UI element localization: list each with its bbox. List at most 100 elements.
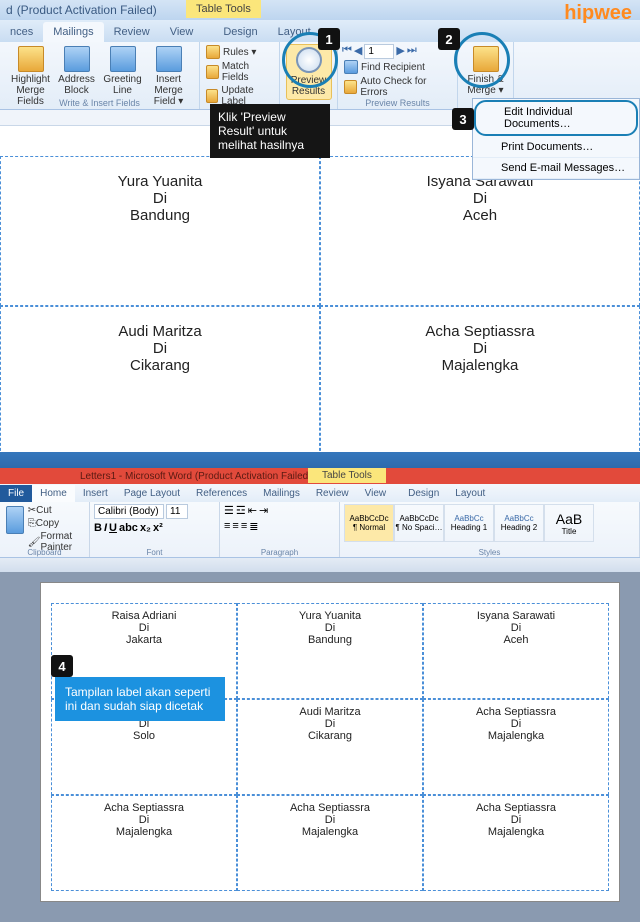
label-grid: Yura Yuanita Di Bandung Isyana Sarawati … [0, 156, 640, 456]
bold-button[interactable]: B [94, 522, 102, 534]
edit-individual-docs-item[interactable]: Edit Individual Documents… [474, 100, 638, 136]
tab-home[interactable]: Home [32, 485, 75, 502]
tab-mailings-2[interactable]: Mailings [255, 485, 308, 502]
label-city: Majalengka [442, 357, 519, 374]
tab-file[interactable]: File [0, 485, 32, 502]
label-cell: Acha SeptiassraDiMajalengka [423, 699, 609, 795]
contextual-tab-tabletools-2: Table Tools [308, 468, 386, 483]
auto-check-button[interactable]: Auto Check for Errors [342, 75, 453, 99]
group-label-preview: Preview Results [338, 98, 457, 108]
rules-button[interactable]: Rules ▾ [204, 44, 258, 60]
badge-2: 2 [438, 28, 460, 50]
label-name: Acha Septiassra [425, 323, 534, 340]
title-suffix: (Product Activation Failed) [17, 3, 157, 17]
label-cell: Yura YuanitaDiBandung [237, 603, 423, 699]
copy-button[interactable]: ⎘ Copy [26, 517, 85, 530]
label-name: Audi Maritza [118, 323, 201, 340]
label-cell: Isyana SarawatiDiAceh [423, 603, 609, 699]
first-rec-icon[interactable]: ⏮ [342, 44, 352, 59]
label-city: Cikarang [130, 357, 190, 374]
tab-pagelayout[interactable]: Page Layout [116, 485, 188, 502]
send-email-item[interactable]: Send E-mail Messages… [473, 158, 639, 179]
group-styles: Styles [340, 548, 639, 557]
label-line2: Di [153, 190, 167, 207]
tab-review[interactable]: Review [104, 22, 160, 42]
label-cell: Yura Yuanita Di Bandung [0, 156, 320, 306]
magnify-icon [296, 47, 322, 73]
label-line2: Di [473, 340, 487, 357]
preview-results-button[interactable]: Preview Results [286, 44, 332, 100]
bullets-button[interactable]: ☰ [224, 504, 234, 517]
indent-dec-button[interactable]: ⇤ [248, 504, 257, 517]
page: Raisa AdrianiDiJakarta Yura YuanitaDiBan… [40, 582, 620, 902]
style-heading2[interactable]: AaBbCcHeading 2 [494, 504, 544, 542]
title-bar: d(Product Activation Failed) [0, 0, 640, 20]
annotation-tooltip: Klik 'Preview Result' untuk melihat hasi… [210, 104, 330, 158]
group-clipboard: Clipboard [0, 548, 89, 557]
label-line2: Di [153, 340, 167, 357]
label-city: Aceh [463, 207, 497, 224]
cut-button[interactable]: ✂ Cut [26, 504, 85, 517]
print-docs-item[interactable]: Print Documents… [473, 137, 639, 158]
tab-layout-2[interactable]: Layout [447, 485, 493, 502]
tab-references[interactable]: References [188, 485, 255, 502]
label-cell: Audi Maritza Di Cikarang [0, 306, 320, 456]
tab-design-2[interactable]: Design [400, 485, 447, 502]
italic-button[interactable]: I [104, 522, 107, 534]
next-rec-icon[interactable]: ▶ [396, 44, 404, 59]
tab-references-partial[interactable]: nces [0, 22, 43, 42]
match-fields-button[interactable]: Match Fields [204, 60, 275, 84]
document-area-2: Raisa AdrianiDiJakarta Yura YuanitaDiBan… [0, 572, 640, 922]
prev-rec-icon[interactable]: ◀ [354, 44, 362, 59]
copy-icon: ⎘ [28, 518, 36, 529]
find-recipient-button[interactable]: Find Recipient [342, 59, 427, 75]
label-cell: Acha Septiassra Di Majalengka [320, 306, 640, 456]
tab-review-2[interactable]: Review [308, 485, 357, 502]
label-cell: Acha SeptiassraDiMajalengka [51, 795, 237, 891]
tab-view[interactable]: View [160, 22, 204, 42]
sup-button[interactable]: x² [153, 522, 163, 534]
lower-screenshot: Letters1 - Microsoft Word (Product Activ… [0, 452, 640, 922]
paste-icon[interactable] [6, 506, 24, 534]
align-right-button[interactable]: ≡ [241, 520, 247, 533]
style-nospacing[interactable]: AaBbCcDc¶ No Spaci… [394, 504, 444, 542]
tab-insert[interactable]: Insert [75, 485, 116, 502]
style-title[interactable]: AaBTitle [544, 504, 594, 542]
tab-layout[interactable]: Layout [268, 22, 321, 42]
font-size-select[interactable]: 11 [166, 504, 188, 519]
scissors-icon: ✂ [28, 505, 36, 516]
numbering-button[interactable]: ☲ [236, 504, 246, 517]
ribbon-home: ✂ Cut ⎘ Copy 🖌 Format Painter Clipboard … [0, 502, 640, 558]
font-name-select[interactable]: Calibri (Body) [94, 504, 164, 519]
strike-button[interactable]: abc [119, 522, 138, 534]
badge-4: 4 [51, 655, 73, 677]
label-cell: Acha SeptiassraDiMajalengka [237, 795, 423, 891]
label-line2: Di [473, 190, 487, 207]
finish-merge-dropdown: Edit Individual Documents… Print Documen… [472, 98, 640, 180]
indent-inc-button[interactable]: ⇥ [259, 504, 268, 517]
contextual-tab-tabletools: Table Tools [186, 0, 261, 18]
horizontal-ruler-2[interactable] [0, 558, 640, 572]
style-heading1[interactable]: AaBbCcHeading 1 [444, 504, 494, 542]
record-number-input[interactable]: 1 [364, 44, 394, 59]
sub-button[interactable]: x₂ [140, 522, 151, 534]
last-rec-icon[interactable]: ⏭ [407, 44, 417, 59]
tab-mailings[interactable]: Mailings [43, 22, 103, 42]
tab-design[interactable]: Design [213, 22, 267, 42]
tab-view-2[interactable]: View [357, 485, 395, 502]
finish-merge-button[interactable]: Finish & Merge ▾ [463, 44, 509, 98]
group-label-write-insert: Write & Insert Fields [0, 98, 199, 108]
group-paragraph: Paragraph [220, 548, 339, 557]
quick-access-toolbar[interactable] [0, 452, 640, 468]
style-normal[interactable]: AaBbCcDc¶ Normal [344, 504, 394, 542]
align-center-button[interactable]: ≡ [232, 520, 238, 533]
label-cell: Acha SeptiassraDiMajalengka [423, 795, 609, 891]
label-name: Yura Yuanita [118, 173, 203, 190]
brush-icon: 🖌 [28, 537, 41, 548]
badge-3: 3 [452, 108, 474, 130]
justify-button[interactable]: ≣ [249, 520, 258, 533]
annotation-callout: Tampilan label akan seperti ini dan suda… [55, 677, 225, 721]
underline-button[interactable]: U [109, 522, 117, 534]
ribbon-tabs-2: File Home Insert Page Layout References … [0, 484, 640, 502]
align-left-button[interactable]: ≡ [224, 520, 230, 533]
